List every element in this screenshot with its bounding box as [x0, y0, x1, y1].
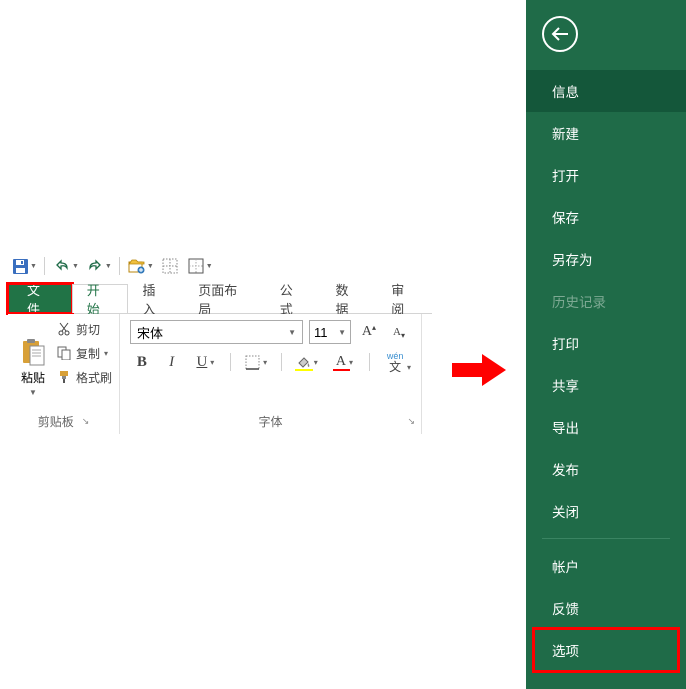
small-a-label: A: [393, 326, 401, 338]
backstage-options[interactable]: 选项: [526, 629, 686, 671]
open-dropdown-icon[interactable]: ▼: [147, 263, 156, 270]
big-a-label: A: [362, 324, 372, 340]
backstage-save[interactable]: 保存: [526, 196, 686, 238]
backstage-share[interactable]: 共享: [526, 364, 686, 406]
tab-layout[interactable]: 页面布局: [183, 284, 264, 313]
font-color-a: A: [336, 354, 346, 370]
font-name-dropdown-icon: ▼: [288, 328, 296, 337]
fill-dropdown-icon: ▾: [314, 358, 318, 367]
phonetic-dropdown-icon: ▾: [407, 364, 411, 372]
backstage-publish[interactable]: 发布: [526, 448, 686, 490]
tab-home[interactable]: 开始: [72, 284, 128, 313]
bold-button[interactable]: B: [130, 350, 154, 374]
back-button[interactable]: [542, 16, 578, 52]
borders-dropdown-icon[interactable]: ▼: [206, 263, 215, 270]
font-group-label: 字体: [258, 413, 282, 430]
paste-icon: [20, 337, 46, 367]
format-painter-label: 格式刷: [76, 369, 112, 386]
undo-icon[interactable]: [50, 254, 74, 278]
backstage-info[interactable]: 信息: [526, 70, 686, 112]
font-size-combo[interactable]: 11 ▼: [309, 320, 351, 344]
font-color-dropdown-icon: ▾: [349, 358, 353, 367]
group-font: 宋体 ▼ 11 ▼ A▴ A▾ B I U ▾: [120, 314, 422, 434]
backstage-open[interactable]: 打开: [526, 154, 686, 196]
ribbon: 粘贴 ▼ 剪切 复制 ▾: [8, 314, 432, 434]
borders-button[interactable]: ▾: [240, 350, 272, 374]
font-name-value: 宋体: [137, 323, 163, 342]
backstage-feedback[interactable]: 反馈: [526, 587, 686, 629]
backstage-print[interactable]: 打印: [526, 322, 686, 364]
backstage-close[interactable]: 关闭: [526, 490, 686, 532]
scissors-icon: [56, 321, 72, 337]
tab-formula[interactable]: 公式: [265, 284, 321, 313]
font-name-combo[interactable]: 宋体 ▼: [130, 320, 303, 344]
backstage-panel: 信息 新建 打开 保存 另存为 历史记录 打印 共享 导出 发布 关闭 帐户 反…: [526, 0, 686, 689]
font-color-button[interactable]: A ▾: [329, 350, 361, 374]
cut-button[interactable]: 剪切: [56, 318, 112, 340]
backstage-divider: [542, 538, 670, 539]
font-size-dropdown-icon: ▼: [338, 328, 346, 337]
paste-dropdown-icon[interactable]: ▼: [29, 388, 37, 397]
borders-none-icon[interactable]: [158, 254, 182, 278]
tab-review[interactable]: 审阅: [376, 284, 432, 313]
increase-font-button[interactable]: A▴: [357, 320, 381, 344]
cut-label: 剪切: [76, 321, 100, 338]
undo-dropdown-icon[interactable]: ▼: [72, 263, 81, 270]
underline-dropdown-icon: ▾: [210, 358, 214, 367]
backstage-saveas[interactable]: 另存为: [526, 238, 686, 280]
backstage-account[interactable]: 帐户: [526, 545, 686, 587]
font-size-value: 11: [314, 325, 328, 340]
copy-button[interactable]: 复制 ▾: [56, 342, 112, 364]
brush-icon: [56, 369, 72, 385]
redo-dropdown-icon[interactable]: ▼: [105, 263, 114, 270]
borders-box-icon[interactable]: [184, 254, 208, 278]
backstage-new[interactable]: 新建: [526, 112, 686, 154]
tab-file[interactable]: 文件: [8, 284, 72, 313]
italic-button[interactable]: I: [160, 350, 184, 374]
bucket-icon: [296, 355, 311, 370]
save-icon[interactable]: [8, 254, 32, 278]
format-painter-button[interactable]: 格式刷: [56, 366, 112, 388]
save-dropdown-icon[interactable]: ▼: [30, 263, 39, 270]
open-icon[interactable]: [125, 254, 149, 278]
fill-color-button[interactable]: ▾: [291, 350, 323, 374]
underline-button[interactable]: U ▾: [190, 350, 222, 374]
paste-button[interactable]: 粘贴 ▼: [14, 318, 52, 411]
redo-icon[interactable]: [83, 254, 107, 278]
quick-access-toolbar: ▼ ▼ ▼ ▼ ▼: [8, 252, 215, 280]
arrow-left-icon: [551, 26, 569, 42]
backstage-export[interactable]: 导出: [526, 406, 686, 448]
border-grid-icon: [245, 355, 260, 370]
clipboard-group-label: 剪贴板: [38, 413, 74, 430]
font-launcher-icon[interactable]: ↘: [407, 416, 415, 427]
phonetic-button[interactable]: wén 文 ▾: [379, 350, 411, 374]
backstage-history: 历史记录: [526, 280, 686, 322]
group-clipboard: 粘贴 ▼ 剪切 复制 ▾: [8, 314, 120, 434]
backstage-menu: 信息 新建 打开 保存 另存为 历史记录 打印 共享 导出 发布 关闭 帐户 反…: [526, 70, 686, 671]
tab-data[interactable]: 数据: [320, 284, 376, 313]
copy-dropdown-icon[interactable]: ▾: [104, 349, 108, 358]
red-arrow-icon: [450, 350, 510, 390]
clipboard-launcher-icon[interactable]: ↘: [82, 416, 90, 427]
copy-label: 复制: [76, 345, 100, 362]
ribbon-tabs: 文件 开始 插入 页面布局 公式 数据 审阅: [8, 284, 432, 314]
decrease-font-button[interactable]: A▾: [387, 320, 411, 344]
copy-icon: [56, 345, 72, 361]
borders-dropdown-icon: ▾: [263, 358, 267, 367]
paste-label: 粘贴: [21, 369, 45, 386]
tab-insert[interactable]: 插入: [128, 284, 184, 313]
